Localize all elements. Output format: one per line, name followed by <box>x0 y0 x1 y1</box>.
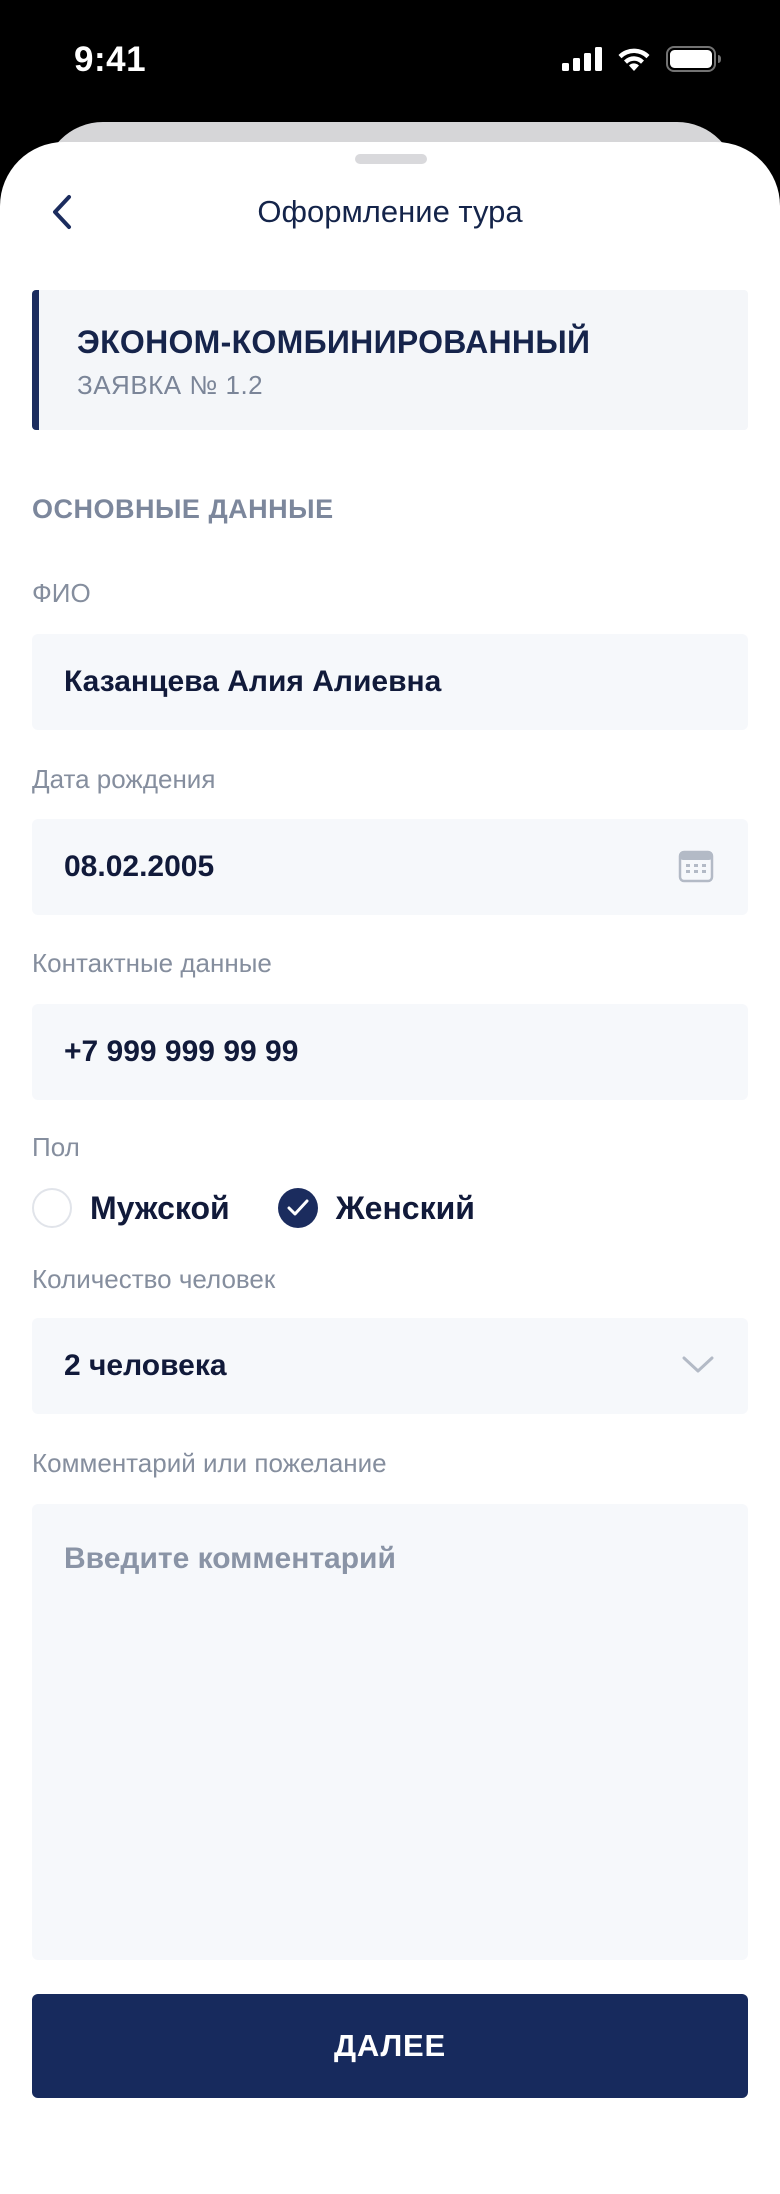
contact-field[interactable]: +7 999 999 99 99 <box>32 1004 748 1100</box>
comment-label: Комментарий или пожелание <box>32 1448 387 1478</box>
wifi-icon <box>618 48 650 71</box>
status-bar: 9:41 <box>0 0 780 125</box>
sheet-grabber[interactable] <box>355 154 427 164</box>
signal-icon <box>562 47 602 71</box>
next-button[interactable]: ДАЛЕЕ <box>32 1994 748 2098</box>
fio-label: ФИО <box>32 578 91 608</box>
status-time: 9:41 <box>74 40 147 79</box>
battery-icon <box>666 46 721 72</box>
calendar-icon[interactable] <box>678 849 714 883</box>
checkmark-icon <box>287 1199 309 1216</box>
chevron-down-icon[interactable] <box>682 1356 714 1374</box>
gender-female-label: Женский <box>335 1189 475 1226</box>
people-count-select[interactable]: 2 человека <box>32 1318 748 1414</box>
status-icons <box>562 46 722 72</box>
radio-unchecked-icon[interactable] <box>32 1188 72 1228</box>
radio-checked-icon[interactable] <box>277 1188 318 1228</box>
contact-label: Контактные данные <box>32 948 272 978</box>
tour-name: ЭКОНОМ-КОМБИНИРОВАННЫЙ <box>77 324 591 360</box>
fio-value: Казанцева Алия Алиевна <box>64 665 442 698</box>
page-title: Оформление тура <box>257 194 523 229</box>
gender-radio-group: Мужской Женский <box>32 1188 523 1228</box>
gender-label: Пол <box>32 1132 80 1162</box>
section-title: ОСНОВНЫЕ ДАННЫЕ <box>32 494 334 524</box>
fio-field[interactable]: Казанцева Алия Алиевна <box>32 634 748 730</box>
birth-date-field[interactable]: 08.02.2005 <box>32 819 748 915</box>
people-count-value: 2 человека <box>64 1349 227 1382</box>
birth-date-value: 08.02.2005 <box>64 850 215 883</box>
gender-radio-female[interactable]: Женский <box>277 1188 475 1228</box>
gender-radio-male[interactable]: Мужской <box>32 1188 230 1228</box>
gender-male-label: Мужской <box>90 1189 230 1226</box>
comment-placeholder: Введите комментарий <box>64 1542 396 1575</box>
tour-card: ЭКОНОМ-КОМБИНИРОВАННЫЙ ЗАЯВКА № 1.2 <box>32 290 748 430</box>
request-number: ЗАЯВКА № 1.2 <box>77 370 264 400</box>
contact-value: +7 999 999 99 99 <box>64 1035 299 1068</box>
comment-textarea[interactable]: Введите комментарий <box>32 1504 748 1960</box>
people-count-label: Количество человек <box>32 1264 276 1294</box>
birth-date-label: Дата рождения <box>32 764 216 794</box>
tour-booking-sheet: Оформление тура ЭКОНОМ-КОМБИНИРОВАННЫЙ З… <box>0 142 780 2194</box>
